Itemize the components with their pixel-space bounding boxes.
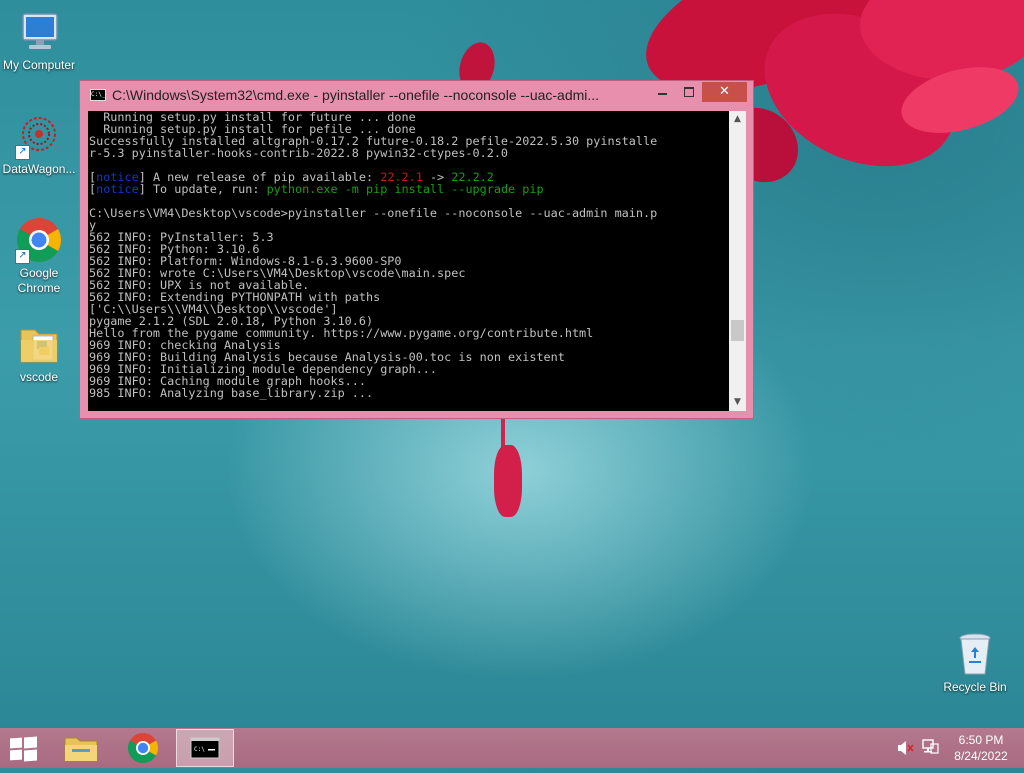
svg-text:C:\: C:\ (194, 746, 205, 753)
vertical-scrollbar[interactable]: ▲ ▼ (729, 111, 746, 411)
folder-icon (15, 320, 63, 368)
scroll-thumb[interactable] (731, 320, 744, 341)
scroll-down-button[interactable]: ▼ (729, 394, 746, 411)
desktop-icon-label: vscode (19, 370, 59, 384)
console-line: r-5.3 pyinstaller-hooks-contrib-2022.8 p… (89, 146, 509, 160)
taskbar-cmd[interactable]: C:\ (176, 729, 234, 767)
scroll-up-button[interactable]: ▲ (729, 111, 746, 128)
console-line: C:\Users\VM4\Desktop\vscode>pyinstaller … (89, 206, 658, 220)
desktop-icon-my-computer[interactable]: My Computer (0, 8, 78, 73)
console-output[interactable]: Running setup.py install for future ... … (88, 111, 729, 411)
taskbar: C:\ 6:50 PM 8/24/2022 (0, 728, 1024, 768)
cmd-icon: C:\_ (90, 89, 106, 101)
shortcut-arrow-icon: ↗ (15, 145, 30, 160)
desktop-icon-recycle-bin[interactable]: Recycle Bin (936, 630, 1014, 695)
file-explorer-icon (64, 737, 98, 762)
datawagon-icon: ↗ (15, 112, 63, 160)
window-title: C:\Windows\System32\cmd.exe - pyinstalle… (112, 87, 600, 103)
computer-icon (15, 8, 63, 56)
cmd-window[interactable]: C:\_ C:\Windows\System32\cmd.exe - pyins… (79, 80, 754, 419)
window-titlebar[interactable]: C:\_ C:\Windows\System32\cmd.exe - pyins… (80, 81, 753, 109)
desktop-icon-label: Recycle Bin (943, 680, 1007, 694)
console-line: [notice] To update, run: python.exe -m p… (89, 182, 544, 196)
clock-date: 8/24/2022 (954, 749, 1008, 763)
maximize-button[interactable] (676, 82, 702, 102)
chrome-icon (127, 733, 159, 764)
console-line: 985 INFO: Analyzing base_library.zip ... (89, 386, 374, 400)
desktop-icon-google-chrome[interactable]: ↗ Google Chrome (0, 216, 78, 296)
desktop-icon-label: DataWagon... (2, 162, 76, 176)
recycle-bin-icon (951, 630, 999, 678)
console-text: Running setup.py install for future ... … (88, 111, 729, 399)
desktop-icon-label: Google Chrome (17, 266, 61, 295)
volume-muted-icon[interactable] (896, 728, 914, 768)
close-button[interactable]: ✕ (702, 82, 747, 102)
cmd-icon: C:\ (190, 737, 220, 759)
chrome-icon: ↗ (15, 216, 63, 264)
network-icon[interactable] (920, 728, 940, 768)
system-clock[interactable]: 6:50 PM 8/24/2022 (948, 732, 1014, 772)
taskbar-chrome[interactable] (114, 729, 172, 767)
desktop-icon-vscode-folder[interactable]: vscode (0, 320, 78, 385)
shortcut-arrow-icon: ↗ (15, 249, 30, 264)
start-button[interactable] (8, 736, 38, 762)
desktop-icon-datawagon[interactable]: ↗ DataWagon... (0, 112, 78, 177)
minimize-button[interactable] (649, 82, 676, 102)
clock-time: 6:50 PM (958, 733, 1004, 747)
taskbar-file-explorer[interactable] (52, 729, 110, 767)
desktop-icon-label: My Computer (2, 58, 76, 72)
